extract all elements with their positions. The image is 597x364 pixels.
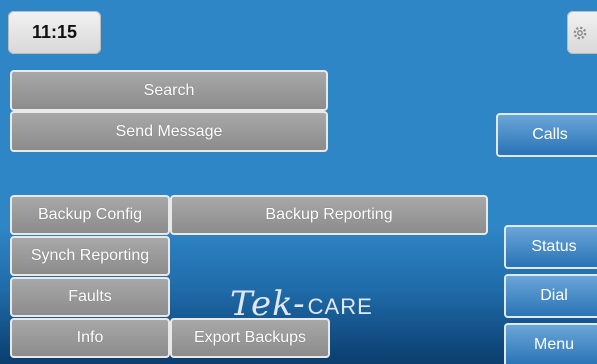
search-button[interactable]: Search <box>10 70 328 111</box>
tek-care-logo: Tek- CARE <box>230 270 390 324</box>
send-message-button[interactable]: Send Message <box>10 111 328 152</box>
backup-config-button[interactable]: Backup Config <box>10 195 170 235</box>
clock-display: 11:15 <box>8 11 101 54</box>
dial-button[interactable]: Dial <box>504 274 597 318</box>
logo-tek: Tek- <box>230 284 306 324</box>
export-backups-button[interactable]: Export Backups <box>170 318 330 358</box>
status-button[interactable]: Status <box>504 225 597 269</box>
gear-icon <box>573 26 587 39</box>
calls-button[interactable]: Calls <box>496 113 597 157</box>
logo-care: CARE <box>307 294 373 319</box>
settings-button[interactable] <box>567 11 597 54</box>
main-screen: 11:15 Search Send Message Calls Backup C… <box>0 0 597 364</box>
menu-button[interactable]: Menu <box>504 323 597 364</box>
info-button[interactable]: Info <box>10 318 170 358</box>
synch-reporting-button[interactable]: Synch Reporting <box>10 236 170 276</box>
backup-reporting-button[interactable]: Backup Reporting <box>170 195 488 235</box>
faults-button[interactable]: Faults <box>10 277 170 317</box>
